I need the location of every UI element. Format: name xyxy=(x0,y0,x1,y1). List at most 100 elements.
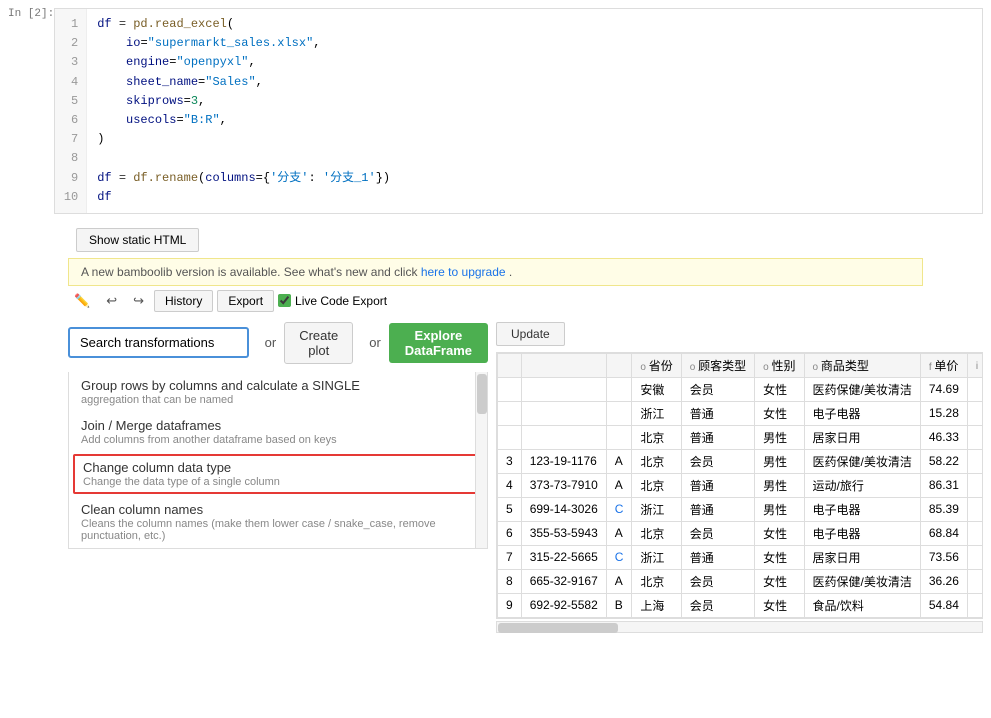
td-province: 上海 xyxy=(632,593,681,617)
or-text-2: or xyxy=(369,335,381,350)
td-gender: 男性 xyxy=(755,473,804,497)
td-product: 医药保健/美妆清洁 xyxy=(804,569,920,593)
td-grade: A xyxy=(606,521,632,545)
td-price: 36.26 xyxy=(920,569,967,593)
dropdown-item-4-desc: Cleans the column names (make them lower… xyxy=(81,518,475,542)
td-price: 74.69 xyxy=(920,377,967,401)
td-grade xyxy=(606,425,632,449)
td-more xyxy=(967,497,983,521)
code-content: df = pd.read_excel( io="supermarkt_sales… xyxy=(87,9,982,213)
th-more: i xyxy=(967,353,983,377)
td-more xyxy=(967,521,983,545)
td-gender: 女性 xyxy=(755,401,804,425)
td-more xyxy=(967,473,983,497)
export-button[interactable]: Export xyxy=(217,290,274,312)
td-phone xyxy=(521,377,606,401)
line-numbers: 12345 678910 xyxy=(55,9,87,213)
td-price: 86.31 xyxy=(920,473,967,497)
td-grade: A xyxy=(606,449,632,473)
table-row: 8 665-32-9167 A 北京 会员 女性 医药保健/美妆清洁 36.26 xyxy=(498,569,984,593)
explore-dataframe-button[interactable]: Explore DataFrame xyxy=(389,323,488,363)
td-customer: 普通 xyxy=(681,473,754,497)
undo-button[interactable]: ↩ xyxy=(100,290,123,312)
td-idx xyxy=(498,425,522,449)
pencil-button[interactable]: ✏️ xyxy=(68,290,96,312)
td-more xyxy=(967,425,983,449)
dropdown-scrollbar[interactable] xyxy=(475,372,487,548)
search-input[interactable] xyxy=(68,327,249,358)
notification-suffix: . xyxy=(509,265,512,279)
td-product: 居家日用 xyxy=(804,425,920,449)
td-price: 46.33 xyxy=(920,425,967,449)
td-price: 85.39 xyxy=(920,497,967,521)
dropdown-item-2-title: Join / Merge dataframes xyxy=(81,418,475,433)
dropdown-item-3-desc: Change the data type of a single column xyxy=(83,476,473,488)
dropdown-item-clean-column-names[interactable]: Clean column names Cleans the column nam… xyxy=(69,496,487,548)
td-province: 安徽 xyxy=(632,377,681,401)
table-header-row: o 省份 o 顾客类型 o 性别 o 商品类型 f 单价 i xyxy=(498,353,984,377)
dropdown-item-change-column-type[interactable]: Change column data type Change the data … xyxy=(73,454,483,494)
td-price: 68.84 xyxy=(920,521,967,545)
td-province: 浙江 xyxy=(632,401,681,425)
create-plot-button[interactable]: Create plot xyxy=(284,322,353,364)
td-product: 电子电器 xyxy=(804,521,920,545)
table-row: 安徽 会员 女性 医药保健/美妆清洁 74.69 xyxy=(498,377,984,401)
td-province: 浙江 xyxy=(632,545,681,569)
show-static-html-button[interactable]: Show static HTML xyxy=(76,228,199,252)
td-idx: 5 xyxy=(498,497,522,521)
notification-bar: A new bamboolib version is available. Se… xyxy=(68,258,923,286)
td-price: 15.28 xyxy=(920,401,967,425)
td-grade: A xyxy=(606,569,632,593)
upgrade-link[interactable]: here to upgrade xyxy=(421,265,506,279)
table-row: 3 123-19-1176 A 北京 会员 男性 医药保健/美妆清洁 58.22 xyxy=(498,449,984,473)
td-gender: 男性 xyxy=(755,449,804,473)
table-row: 5 699-14-3026 C 浙江 普通 男性 电子电器 85.39 xyxy=(498,497,984,521)
th-gender: o 性别 xyxy=(755,353,804,377)
td-phone: 373-73-7910 xyxy=(521,473,606,497)
dropdown-item-group-rows[interactable]: Group rows by columns and calculate a SI… xyxy=(69,372,487,412)
dropdown-item-2-desc: Add columns from another dataframe based… xyxy=(81,434,475,446)
td-idx: 4 xyxy=(498,473,522,497)
td-more xyxy=(967,569,983,593)
td-phone: 123-19-1176 xyxy=(521,449,606,473)
or-text-1: or xyxy=(265,335,277,350)
history-button[interactable]: History xyxy=(154,290,213,312)
td-more xyxy=(967,377,983,401)
td-province: 北京 xyxy=(632,425,681,449)
redo-button[interactable]: ↪ xyxy=(127,290,150,312)
td-grade: B xyxy=(606,593,632,617)
td-idx: 6 xyxy=(498,521,522,545)
dropdown-item-4-title: Clean column names xyxy=(81,502,475,517)
table-wrapper[interactable]: o 省份 o 顾客类型 o 性别 o 商品类型 f 单价 i 安徽 xyxy=(496,352,983,619)
td-idx xyxy=(498,377,522,401)
td-phone: 355-53-5943 xyxy=(521,521,606,545)
td-customer: 会员 xyxy=(681,377,754,401)
td-idx: 9 xyxy=(498,593,522,617)
td-price: 54.84 xyxy=(920,593,967,617)
horizontal-scroll-thumb xyxy=(498,623,618,633)
dropdown-item-join-merge[interactable]: Join / Merge dataframes Add columns from… xyxy=(69,412,487,452)
action-row: or Create plot or Explore DataFrame xyxy=(68,322,488,364)
td-phone: 699-14-3026 xyxy=(521,497,606,521)
table-row: 7 315-22-5665 C 浙江 普通 女性 居家日用 73.56 xyxy=(498,545,984,569)
td-phone xyxy=(521,401,606,425)
td-gender: 女性 xyxy=(755,377,804,401)
right-panel: Update o 省份 o 顾客类型 o 性别 o 商品类型 f 单价 i xyxy=(496,322,983,633)
toolbar: ✏️ ↩ ↪ History Export Live Code Export xyxy=(60,286,991,316)
dropdown-item-1-title: Group rows by columns and calculate a SI… xyxy=(81,378,475,393)
update-button[interactable]: Update xyxy=(496,322,565,346)
horizontal-scrollbar[interactable] xyxy=(496,621,983,633)
td-province: 北京 xyxy=(632,569,681,593)
td-grade xyxy=(606,401,632,425)
td-phone: 692-92-5582 xyxy=(521,593,606,617)
td-customer: 普通 xyxy=(681,401,754,425)
td-idx: 8 xyxy=(498,569,522,593)
live-code-checkbox[interactable] xyxy=(278,294,291,307)
td-more xyxy=(967,545,983,569)
td-more xyxy=(967,449,983,473)
td-product: 医药保健/美妆清洁 xyxy=(804,377,920,401)
live-code-export-label[interactable]: Live Code Export xyxy=(278,294,387,308)
td-gender: 女性 xyxy=(755,569,804,593)
table-row: 北京 普通 男性 居家日用 46.33 xyxy=(498,425,984,449)
td-province: 北京 xyxy=(632,449,681,473)
